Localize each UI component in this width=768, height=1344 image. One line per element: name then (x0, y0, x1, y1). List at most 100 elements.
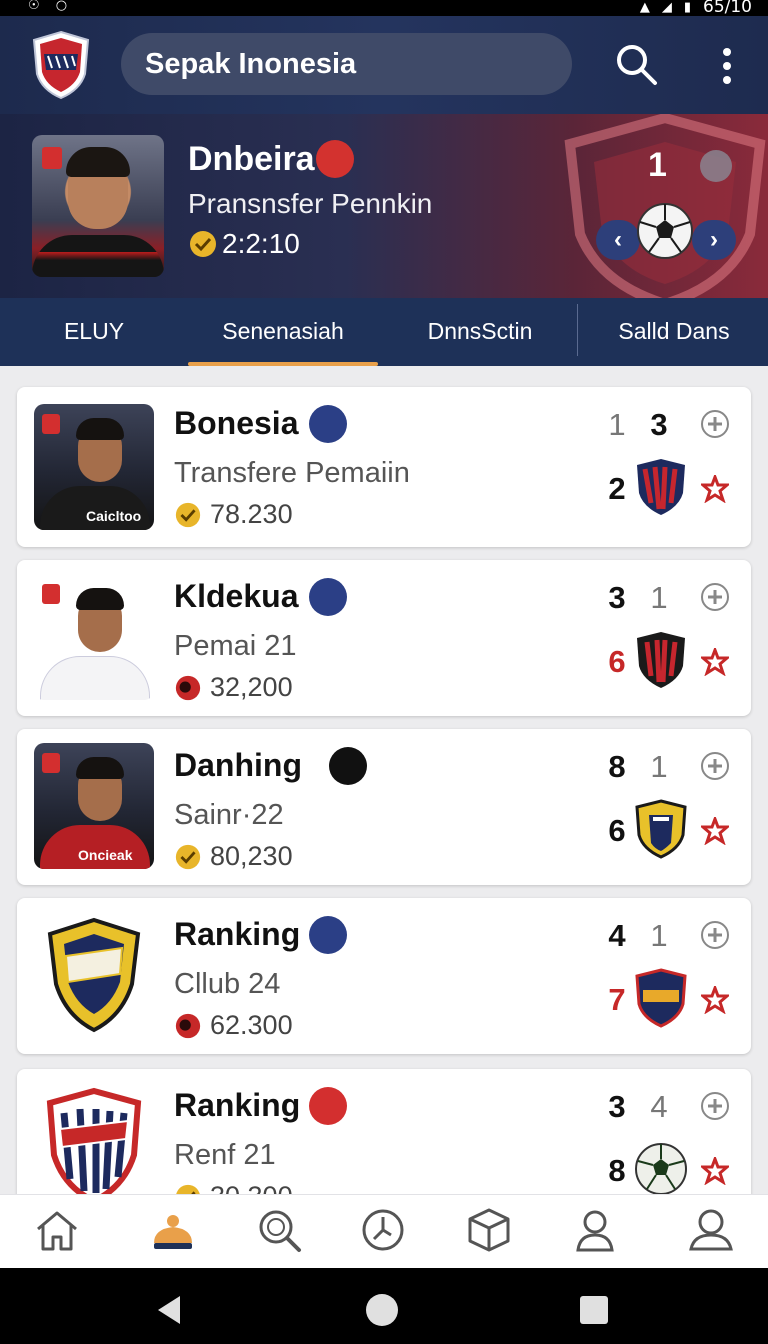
item-stat: 80,230 (174, 841, 293, 872)
rank-number: 6 (608, 644, 626, 679)
stats-icon[interactable] (358, 1205, 408, 1255)
list-item[interactable]: Oncieak Danhing Sainr·22 80,230 8 1 6 (17, 729, 751, 885)
star-icon[interactable] (701, 986, 729, 1014)
list-item[interactable]: Caicltoo Bonesia Transfere Pemaiin 78.23… (17, 387, 751, 547)
item-subtitle: Cllub 24 (174, 968, 281, 1000)
featured-stat-value: 2:2:10 (222, 228, 300, 259)
featured-stat: 2:2:10 (188, 228, 300, 260)
box-icon[interactable] (464, 1205, 514, 1255)
item-stat: 32,200 (174, 672, 293, 703)
score-b: 1 (650, 749, 668, 784)
score-b: 1 (650, 918, 668, 953)
club-crest-large-icon (34, 912, 154, 1038)
tab-divider (577, 304, 578, 356)
star-icon[interactable] (701, 648, 729, 676)
score-b: 3 (650, 407, 668, 442)
item-name: Kldekua (174, 578, 299, 614)
item-stat: 78.230 (174, 499, 293, 530)
item-stat: 62.300 (174, 1010, 293, 1041)
add-icon[interactable] (700, 920, 730, 950)
item-name: Danhing (174, 747, 302, 783)
options-icon[interactable] (700, 150, 732, 182)
check-icon (175, 844, 201, 869)
chevron-right-icon[interactable]: › (692, 220, 736, 260)
list-item[interactable]: Kldekua Pemai 21 32,200 3 1 6 (17, 560, 751, 716)
player-photo: Oncieak (34, 743, 154, 869)
club-crest-icon (637, 459, 685, 515)
tab-bar: ELUY Senenasiah DnnsSctin Salld Dans (0, 298, 768, 366)
trophy-icon[interactable] (148, 1205, 198, 1255)
battery-icon: ▮ (683, 0, 691, 15)
account-icon[interactable] (686, 1205, 736, 1255)
club-logo-icon[interactable] (30, 30, 92, 100)
check-icon (190, 231, 216, 257)
home-icon[interactable] (32, 1205, 82, 1255)
item-subtitle: Renf 21 (174, 1139, 276, 1171)
list-item[interactable]: Ranking Renf 21 30,300 3 4 8 (17, 1069, 751, 1194)
add-icon[interactable] (700, 409, 730, 439)
club-crest-icon (637, 632, 685, 688)
status-left-icons: ☉ ○ (28, 0, 74, 13)
search-input[interactable]: Sepak Inonesia (121, 33, 572, 95)
ball-icon (175, 1013, 201, 1038)
featured-badge-icon (316, 140, 354, 178)
club-crest-icon (635, 799, 687, 859)
featured-title: Dnbeira (188, 140, 315, 178)
item-stat-value: 30,300 (210, 1181, 293, 1194)
club-badge-icon (329, 747, 367, 785)
featured-player-photo (32, 135, 164, 277)
club-badge-icon (309, 578, 347, 616)
wifi-icon: ▲ (639, 0, 650, 15)
item-stat-value: 62.300 (210, 1010, 293, 1040)
tab-eluy[interactable]: ELUY (0, 298, 188, 366)
score-a: 3 (608, 580, 626, 615)
profile-icon[interactable] (570, 1205, 620, 1255)
recents-icon[interactable] (576, 1292, 612, 1328)
star-icon[interactable] (701, 1157, 729, 1185)
list-item[interactable]: Ranking Cllub 24 62.300 4 1 7 (17, 898, 751, 1054)
status-time: 65/10 (703, 0, 752, 17)
add-icon[interactable] (700, 1091, 730, 1121)
home-button-icon[interactable] (364, 1292, 400, 1328)
featured-number: 1 (648, 146, 667, 184)
featured-banner[interactable]: Dnbeira Pransnsfer Pennkin 2:2:10 1 ‹ › (0, 114, 768, 298)
app-bar: Sepak Inonesia (0, 16, 768, 114)
rank-number: 6 (608, 813, 626, 848)
rank-number: 8 (608, 1153, 626, 1188)
more-vert-icon[interactable] (712, 42, 742, 90)
item-name: Ranking (174, 1087, 301, 1123)
status-bar: ☉ ○ ▲ ◢ ▮ 65/10 (0, 0, 768, 17)
score-b: 1 (650, 580, 668, 615)
soccer-ball-icon (637, 203, 693, 259)
search-icon[interactable] (612, 40, 660, 88)
signal-icon: ◢ (661, 0, 672, 15)
search-icon[interactable] (254, 1205, 304, 1255)
star-icon[interactable] (701, 475, 729, 503)
back-icon[interactable] (152, 1292, 188, 1328)
club-badge-icon (309, 916, 347, 954)
club-crest-icon (635, 968, 687, 1028)
item-stat-value: 78.230 (210, 499, 293, 529)
featured-subtitle: Pransnsfer Pennkin (188, 188, 433, 219)
tab-salld-dans[interactable]: Salld Dans (580, 298, 768, 366)
club-badge-icon (309, 1087, 347, 1125)
score-b: 4 (650, 1089, 668, 1124)
tab-dnnssctin[interactable]: DnnsSctin (380, 298, 580, 366)
player-photo: Caicltoo (34, 404, 154, 530)
soccer-ball-icon (635, 1143, 687, 1194)
item-subtitle: Sainr·22 (174, 799, 284, 831)
score-a: 3 (608, 1089, 626, 1124)
rank-number: 2 (608, 471, 626, 506)
tab-senenasiah[interactable]: Senenasiah (188, 298, 378, 366)
star-icon[interactable] (701, 817, 729, 845)
add-icon[interactable] (700, 751, 730, 781)
item-stat-value: 32,200 (210, 672, 293, 702)
club-crest-large-icon (34, 1083, 154, 1194)
bottom-navigation (0, 1194, 768, 1268)
club-badge-icon (309, 405, 347, 443)
chevron-left-icon[interactable]: ‹ (596, 220, 640, 260)
item-stat-value: 80,230 (210, 841, 293, 871)
add-icon[interactable] (700, 582, 730, 612)
check-icon (175, 502, 201, 527)
item-name: Bonesia (174, 405, 299, 441)
